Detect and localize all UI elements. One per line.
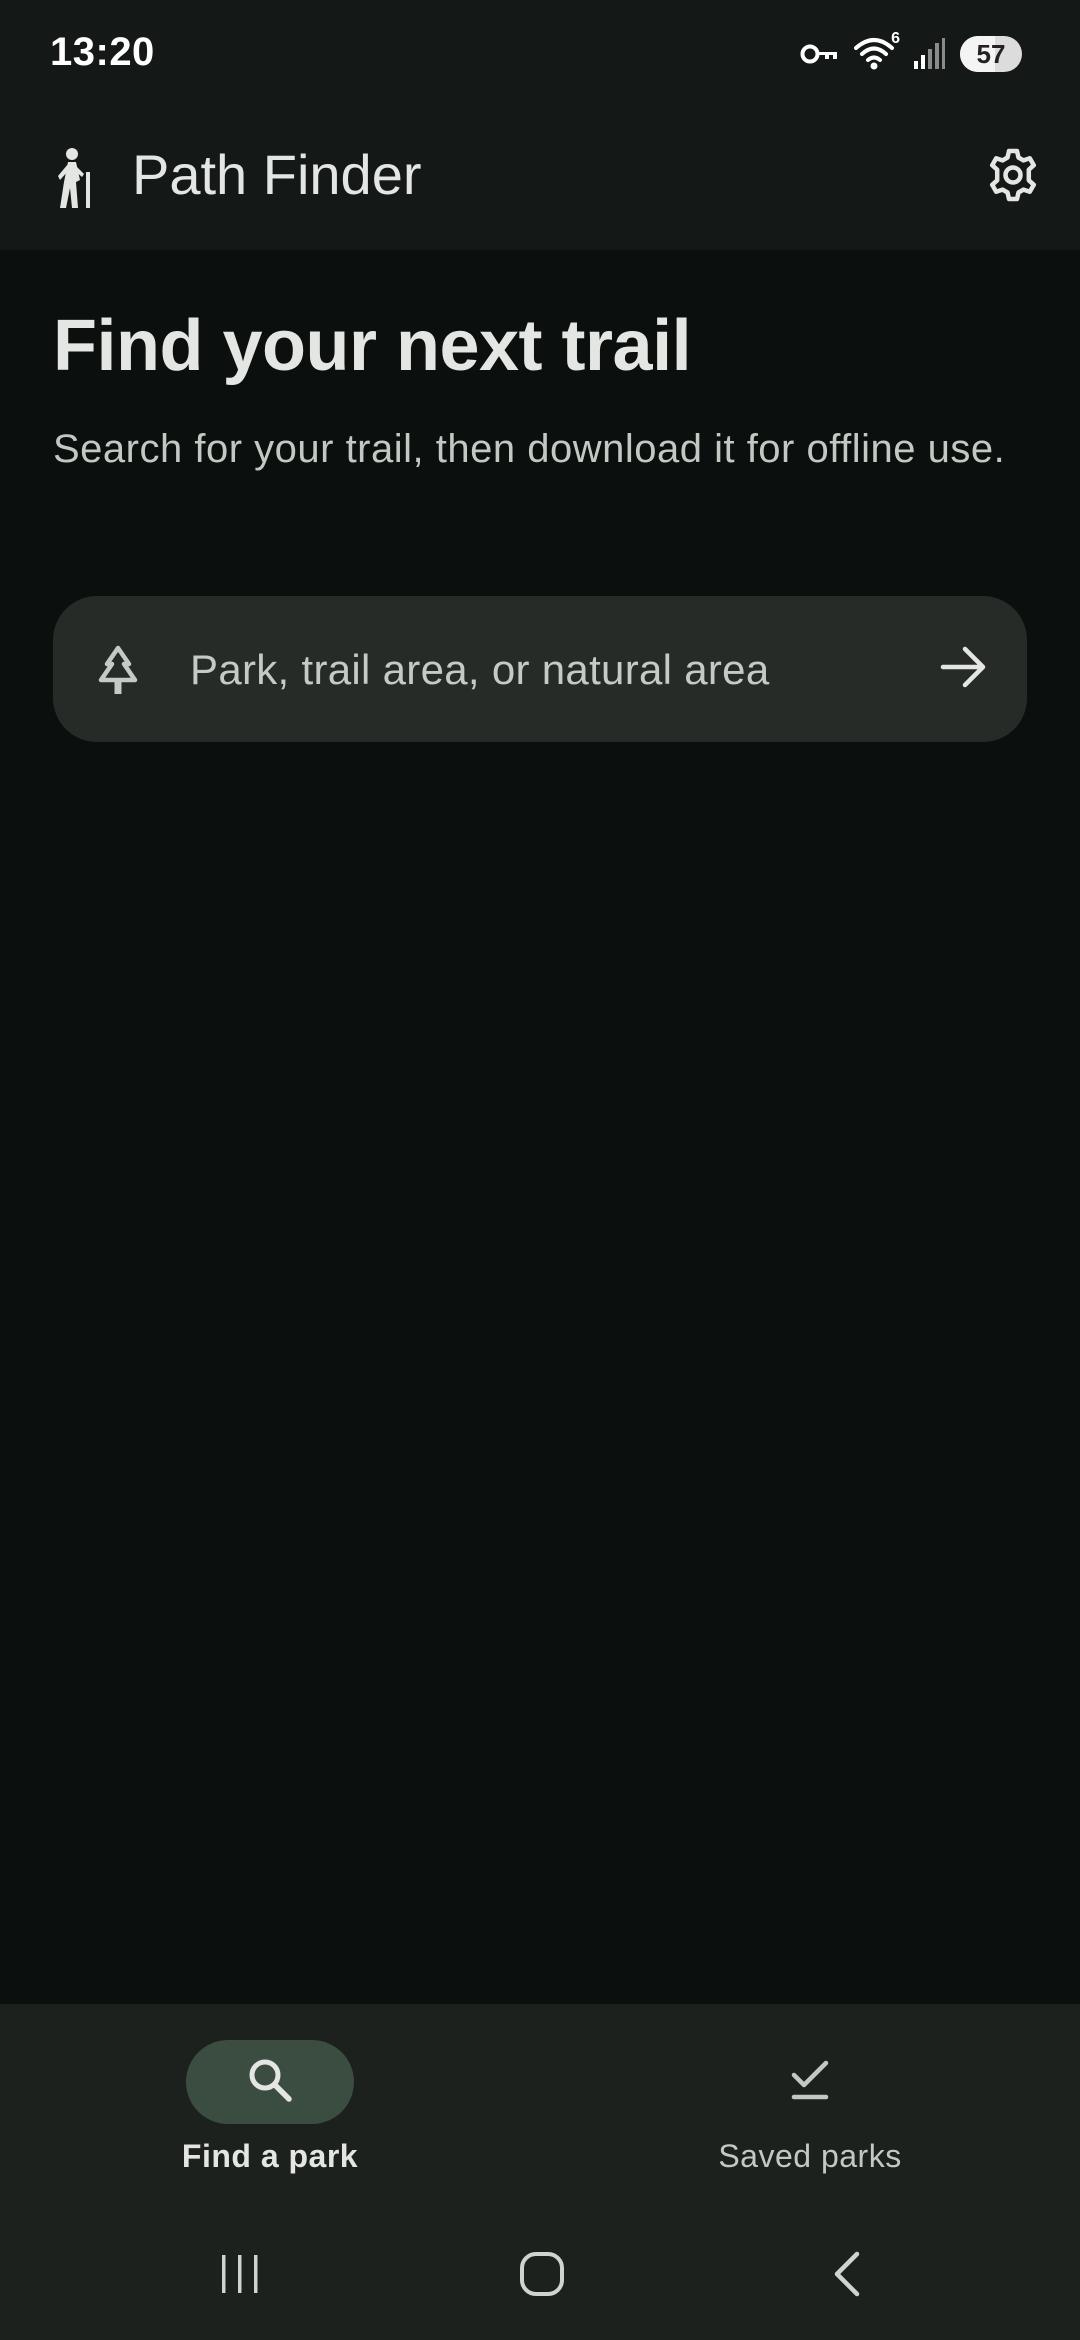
checkmark-icon (788, 2055, 832, 2110)
recents-icon (218, 2253, 262, 2300)
search-field[interactable]: Park, trail area, or natural area (53, 596, 1027, 742)
bottom-navigation: Find a park Saved parks (0, 2004, 1080, 2214)
battery-level: 57 (976, 38, 1006, 69)
app-bar: Path Finder (0, 110, 1080, 250)
screen: 13:20 6 57 Path Finder Find your next tr… (0, 0, 1080, 2340)
nav-active-indicator (186, 2040, 354, 2124)
nav-item-saved-parks[interactable]: Saved parks (660, 2040, 960, 2200)
status-bar: 13:20 6 57 (0, 0, 1080, 110)
page-subtitle: Search for your trail, then download it … (53, 427, 1006, 471)
page-title: Find your next trail (53, 306, 692, 386)
nav-label-saved-parks: Saved parks (718, 2138, 902, 2174)
arrow-right-icon (939, 645, 989, 694)
hiker-icon (50, 146, 98, 210)
wifi-badge: 6 (891, 30, 900, 47)
recents-button[interactable] (200, 2244, 280, 2308)
back-icon (829, 2250, 863, 2303)
status-icons: 6 57 (800, 30, 1022, 76)
status-time: 13:20 (50, 30, 155, 74)
system-navigation-bar (0, 2214, 1080, 2340)
app-title: Path Finder (132, 143, 422, 206)
search-icon (245, 2055, 295, 2110)
battery-icon: 57 (960, 36, 1022, 72)
back-button[interactable] (806, 2244, 886, 2308)
wifi-icon: 6 (854, 30, 900, 72)
search-input[interactable]: Park, trail area, or natural area (190, 646, 770, 694)
nav-label-find-a-park: Find a park (181, 2138, 359, 2174)
home-icon (519, 2251, 565, 2302)
home-button[interactable] (502, 2244, 582, 2308)
tree-icon (91, 644, 145, 698)
gear-icon (985, 147, 1041, 208)
nav-item-find-a-park[interactable]: Find a park (120, 2040, 420, 2200)
vpn-key-icon (800, 41, 840, 67)
settings-button[interactable] (976, 140, 1050, 214)
signal-icon (912, 37, 946, 71)
search-submit-button[interactable] (931, 636, 997, 702)
nav-icon-container (726, 2040, 894, 2124)
